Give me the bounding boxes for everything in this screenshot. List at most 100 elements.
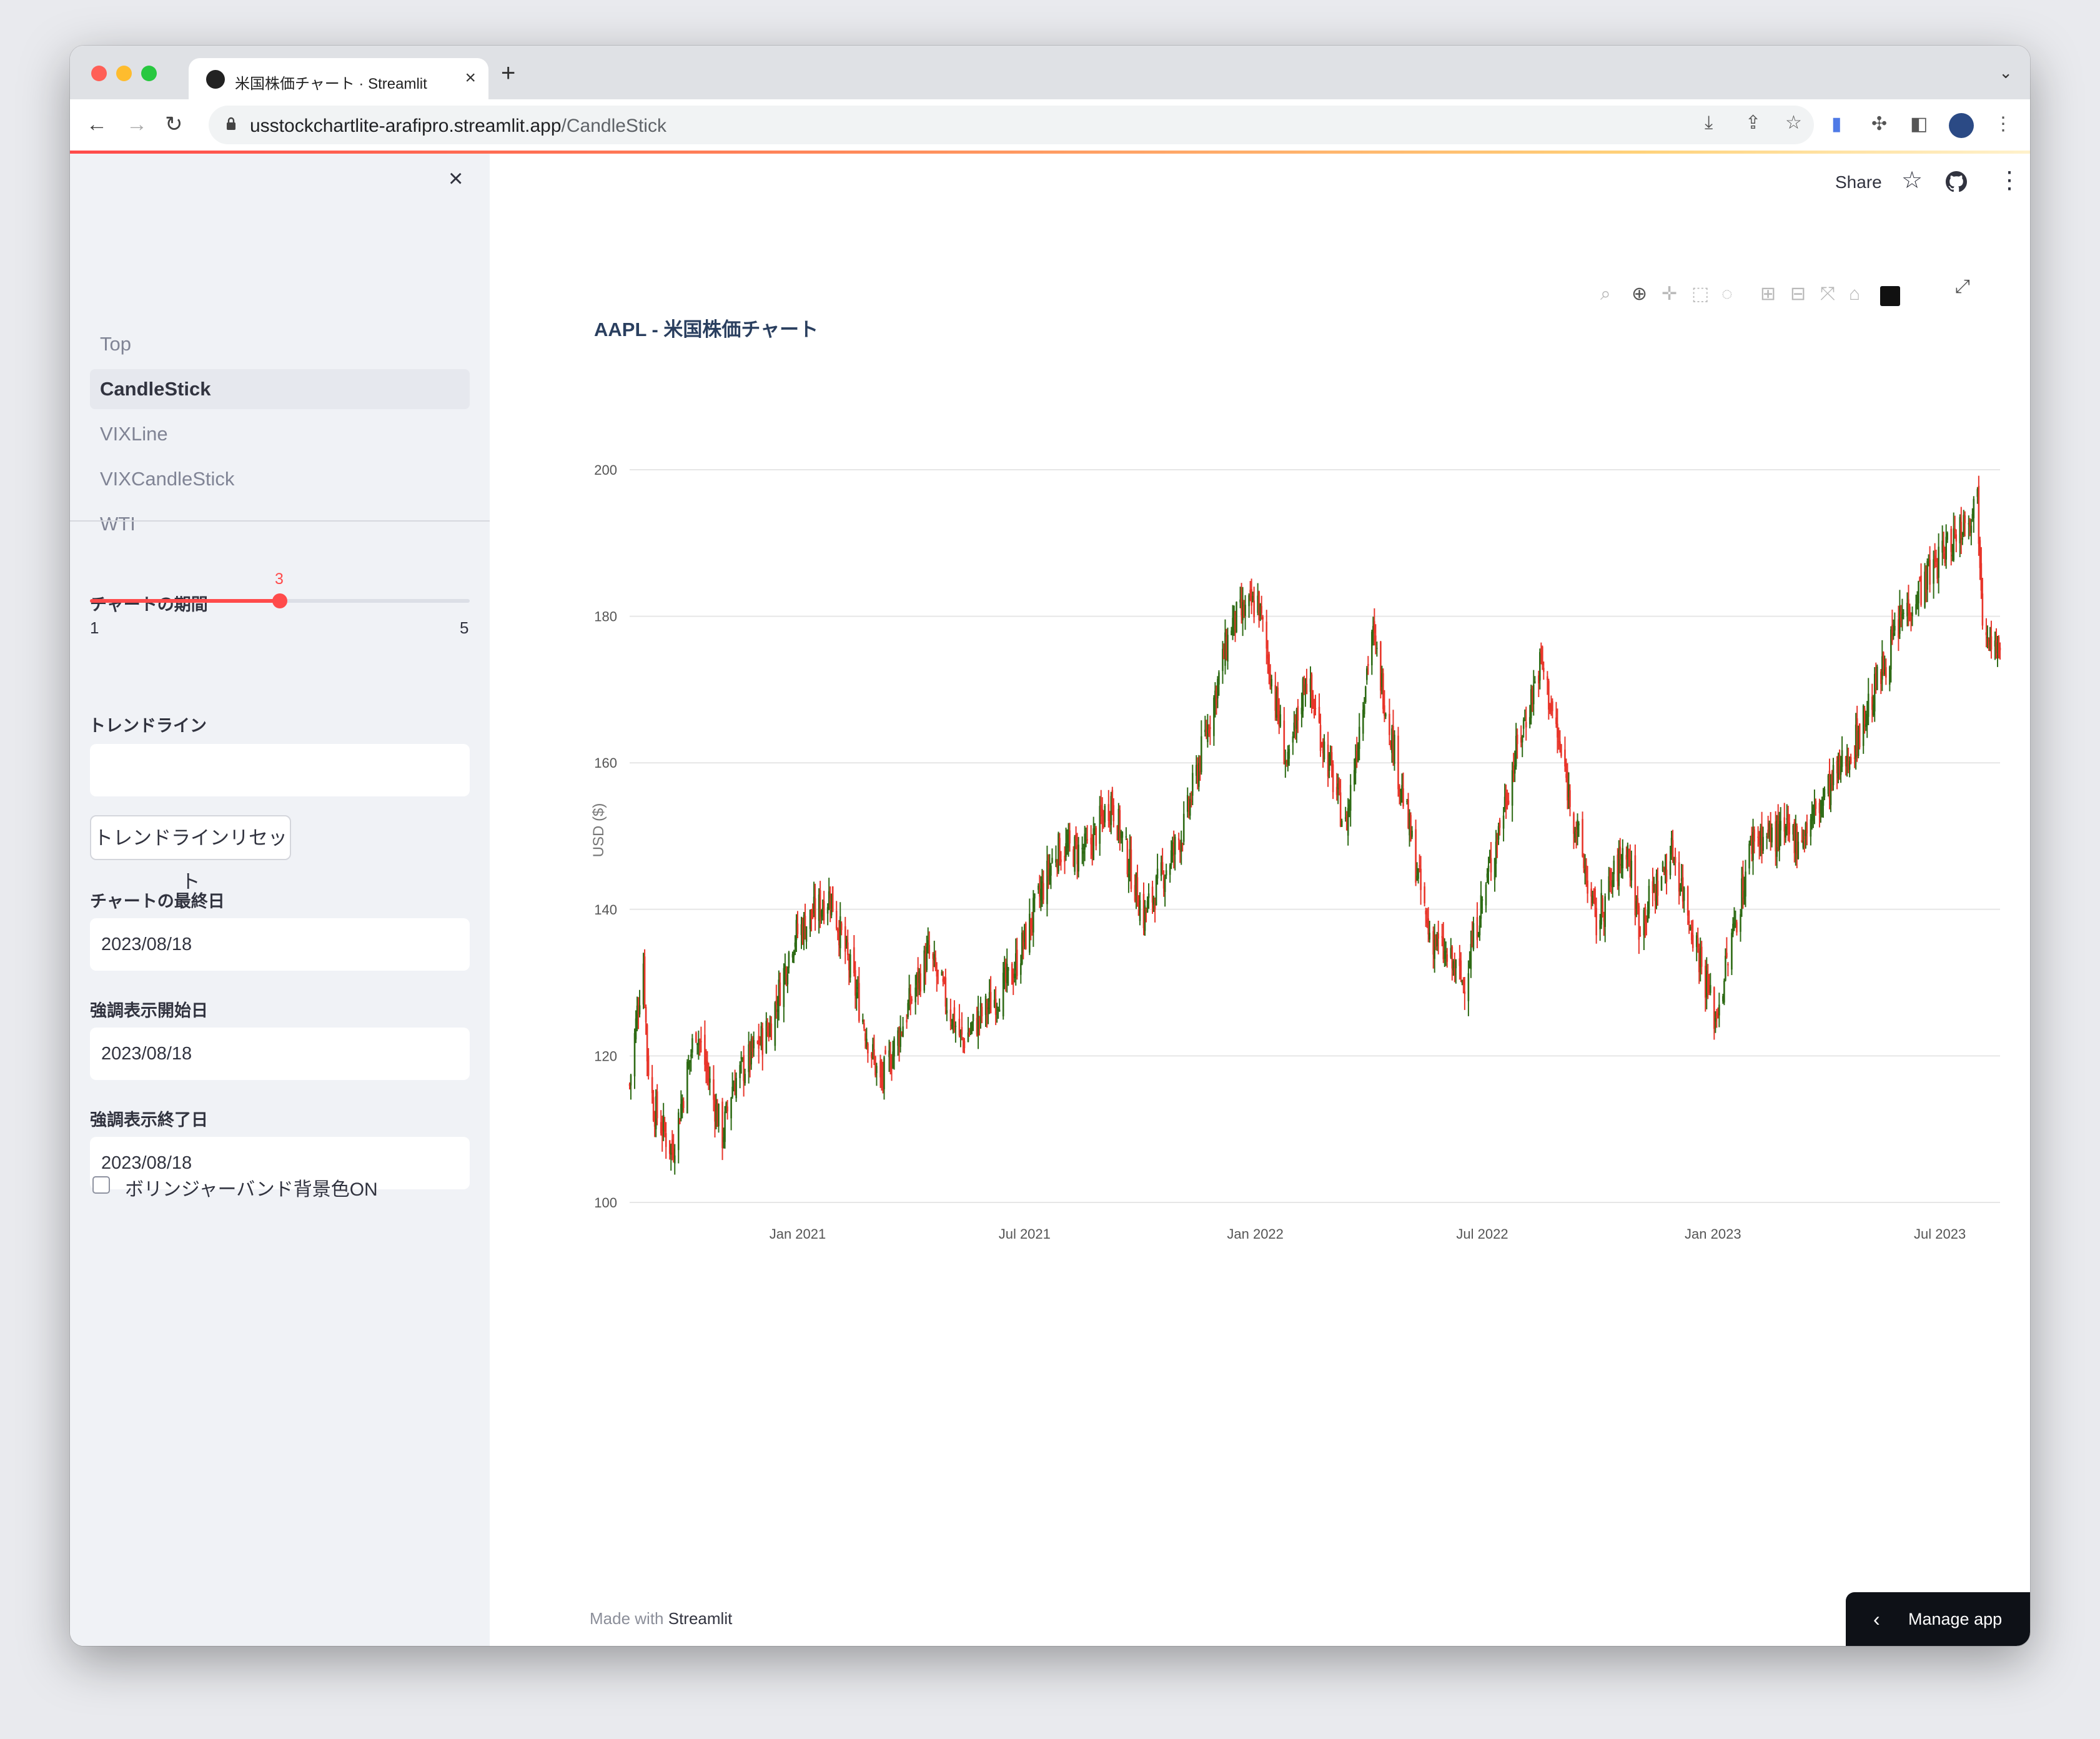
- candlestick: [1191, 765, 1194, 806]
- candle-body: [1604, 896, 1606, 927]
- browser-tab-bar: 米国株価チャート · Streamlit × + ⌄: [70, 46, 2030, 99]
- side-panel-icon[interactable]: ◧: [1910, 113, 1928, 136]
- candlestick: [1007, 966, 1009, 986]
- candle-body: [1279, 714, 1282, 726]
- candle-body: [1075, 834, 1077, 841]
- candlestick: [1689, 924, 1691, 931]
- browser-tab[interactable]: 米国株価チャート · Streamlit ×: [189, 58, 488, 99]
- sidebar-item-top[interactable]: Top: [90, 324, 470, 364]
- footer-streamlit-link[interactable]: Streamlit: [668, 1609, 733, 1628]
- candle-body: [1583, 855, 1585, 868]
- close-window-button[interactable]: [91, 66, 107, 81]
- candle-body: [1803, 836, 1806, 840]
- new-tab-button[interactable]: +: [501, 61, 515, 86]
- candlestick-chart[interactable]: 100 120 140 160 180 200 Jan 2021 Jul 2021 Jan 2…: [490, 154, 2030, 1340]
- candlestick: [1867, 678, 1870, 725]
- period-slider-thumb[interactable]: [272, 593, 287, 608]
- candlestick: [1634, 844, 1637, 926]
- candlestick: [1502, 807, 1505, 842]
- candle-body: [1319, 725, 1322, 751]
- candlestick: [1691, 919, 1694, 952]
- candle-body: [1277, 687, 1279, 715]
- candlestick: [1349, 774, 1352, 827]
- candlestick: [1938, 533, 1939, 594]
- sidebar-item-vixcandlestick[interactable]: VIXCandleStick: [90, 459, 470, 499]
- candle-body: [1771, 827, 1773, 843]
- candlestick: [1521, 735, 1523, 758]
- candle-body: [1513, 765, 1516, 774]
- candlestick: [1785, 824, 1787, 843]
- extension-doc-icon[interactable]: ▮: [1831, 113, 1842, 136]
- trendline-reset-button[interactable]: トレンドラインリセット: [90, 815, 291, 893]
- candlestick: [1595, 897, 1597, 944]
- candlestick: [1119, 805, 1121, 851]
- tab-close-icon[interactable]: ×: [465, 67, 476, 89]
- trendline-input[interactable]: [90, 744, 470, 796]
- sidebar-item-wti[interactable]: WTI: [90, 504, 470, 544]
- candle-body: [1569, 790, 1571, 807]
- candle-body: [1938, 547, 1939, 578]
- install-app-icon[interactable]: ⤓: [1705, 112, 1713, 134]
- x-tick-label: Jan 2021: [770, 1226, 826, 1242]
- candle-body: [1935, 558, 1937, 562]
- bookmark-star-icon[interactable]: ☆: [1785, 112, 1802, 134]
- profile-avatar[interactable]: [1949, 113, 1974, 138]
- candle-body: [1521, 736, 1523, 743]
- candle-body: [1785, 826, 1787, 838]
- highlight-start-input[interactable]: 2023/08/18: [90, 1028, 470, 1080]
- candlestick: [740, 1051, 742, 1074]
- period-label: チャートの期間: [90, 595, 208, 614]
- address-bar[interactable]: usstockchartlite-arafipro.streamlit.app/…: [209, 106, 1814, 144]
- forward-arrow-icon[interactable]: →: [126, 112, 147, 137]
- candle-body: [1628, 849, 1630, 860]
- candle-body: [1797, 841, 1800, 859]
- share-page-icon[interactable]: ⇪: [1745, 112, 1761, 134]
- browser-window: 米国株価チャート · Streamlit × + ⌄ ← → ↻ usstock…: [70, 46, 2030, 1646]
- candlestick: [969, 1022, 972, 1036]
- candle-body: [840, 923, 843, 930]
- candle-body: [656, 1091, 658, 1119]
- candlestick: [1841, 736, 1843, 773]
- candlestick: [953, 1000, 956, 1033]
- candle-body: [1961, 538, 1964, 540]
- candlestick: [986, 999, 988, 1028]
- candle-body: [1802, 841, 1805, 848]
- candle-body: [1696, 938, 1699, 948]
- browser-menu-icon[interactable]: ⋮: [1994, 113, 2013, 136]
- sidebar-item-candlestick[interactable]: CandleStick: [90, 369, 470, 409]
- candle-body: [1034, 893, 1036, 899]
- reload-icon[interactable]: ↻: [165, 112, 183, 137]
- candlestick: [1726, 937, 1728, 959]
- candle-body: [713, 1079, 715, 1100]
- candlestick: [1806, 815, 1808, 846]
- x-tick-label: Jul 2022: [1456, 1226, 1508, 1242]
- sidebar-item-vixline[interactable]: VIXLine: [90, 414, 470, 454]
- candle-body: [1146, 900, 1149, 913]
- end-date-input[interactable]: 2023/08/18: [90, 918, 470, 971]
- extensions-puzzle-icon[interactable]: ✣: [1871, 113, 1887, 136]
- bollinger-checkbox[interactable]: [92, 1176, 110, 1194]
- close-sidebar-icon[interactable]: ×: [448, 165, 463, 192]
- candle-body: [911, 998, 913, 1001]
- candle-body: [1806, 822, 1808, 834]
- zoom-window-button[interactable]: [141, 66, 157, 81]
- candlestick: [1950, 526, 1953, 566]
- candle-body: [1954, 528, 1956, 530]
- manage-app-button[interactable]: ‹ Manage app: [1846, 1592, 2030, 1646]
- candle-body: [706, 1061, 708, 1073]
- candlestick: [1920, 563, 1922, 607]
- candle-body: [1424, 886, 1425, 904]
- tab-search-chevron-icon[interactable]: ⌄: [1999, 63, 2013, 82]
- candle-body: [1543, 668, 1545, 672]
- candlestick: [1815, 798, 1817, 816]
- minimize-window-button[interactable]: [116, 66, 132, 81]
- candle-body: [1397, 735, 1399, 790]
- back-arrow-icon[interactable]: ←: [86, 112, 107, 137]
- period-slider[interactable]: [90, 593, 470, 608]
- candlestick: [1742, 860, 1744, 909]
- url-text: usstockchartlite-arafipro.streamlit.app/…: [250, 116, 666, 137]
- candle-body: [1437, 933, 1440, 939]
- candlestick: [1507, 792, 1510, 805]
- candlestick: [941, 969, 943, 976]
- candle-body: [963, 1041, 966, 1048]
